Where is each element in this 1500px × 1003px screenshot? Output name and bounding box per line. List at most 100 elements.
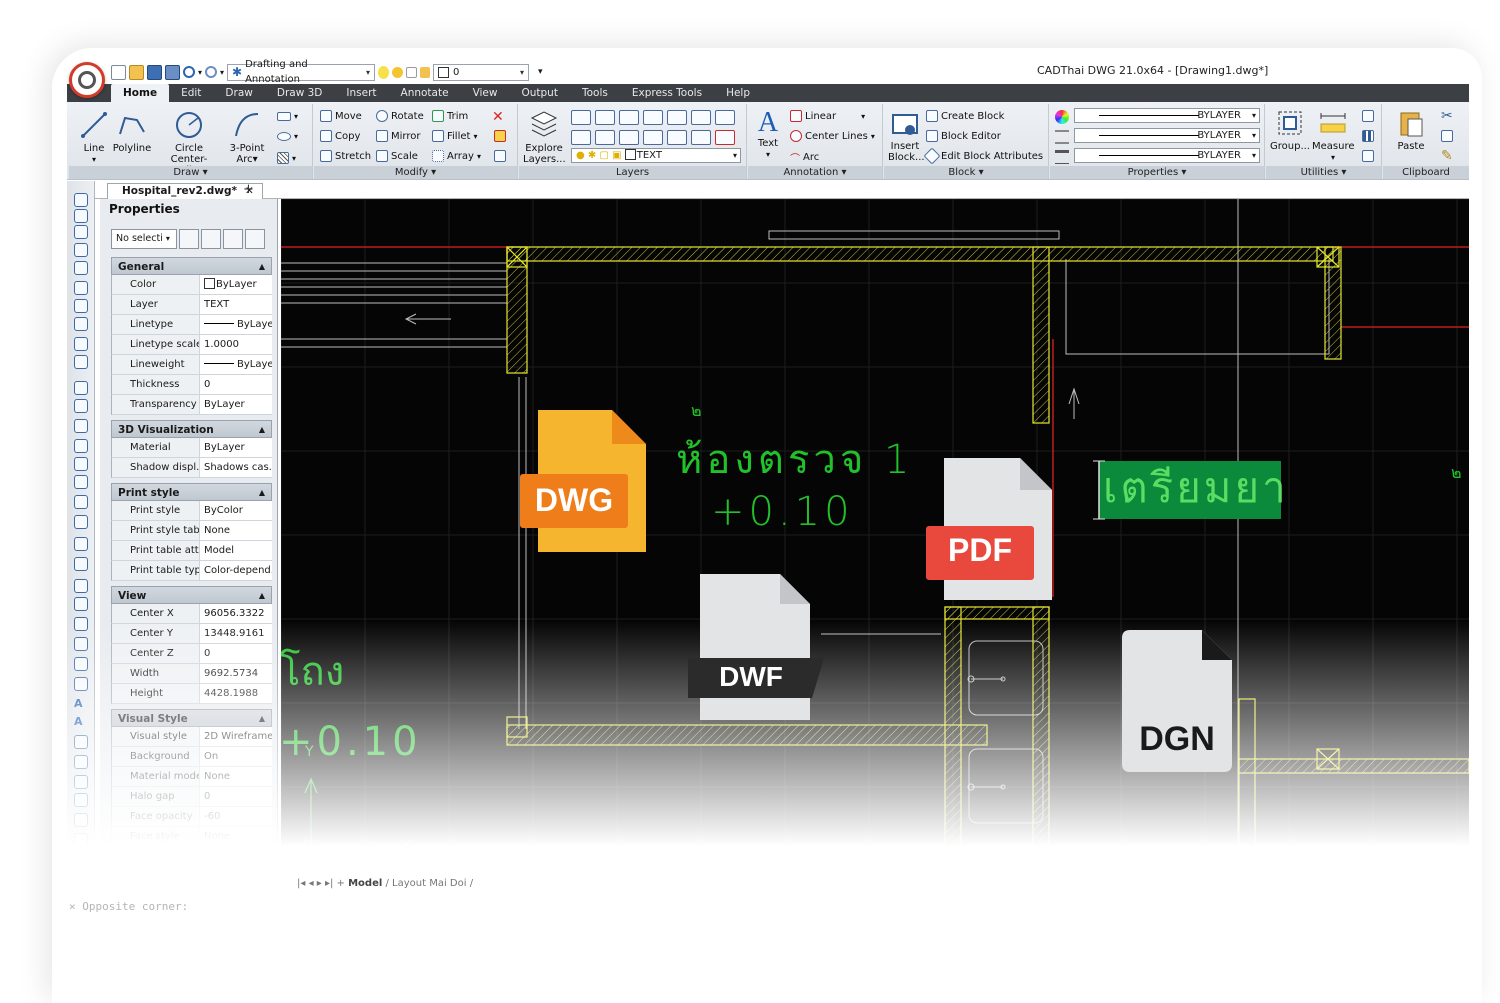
property-value[interactable]: ByLayer	[200, 438, 272, 457]
section-header[interactable]: Visual Style ▲	[111, 709, 272, 727]
left-tool-icon[interactable]	[74, 495, 88, 509]
collapse-caret-icon[interactable]: ▲	[259, 421, 265, 439]
property-value[interactable]: ByLayer	[200, 395, 272, 414]
layer-tool-icon[interactable]	[595, 110, 615, 125]
app-logo-icon[interactable]	[69, 62, 105, 98]
property-value[interactable]: Shadows cas...	[200, 458, 272, 477]
redo-dropdown-icon[interactable]: ▾	[220, 68, 224, 77]
left-tool-icon[interactable]	[74, 775, 88, 789]
tab-home[interactable]: Home	[111, 84, 170, 102]
arc-button[interactable]: 3-Point Arc▾	[227, 110, 267, 165]
section-header[interactable]: 3D Visualization ▲	[111, 420, 272, 438]
property-value[interactable]: 2D Wireframe	[200, 727, 272, 746]
property-value[interactable]: 96056.3322	[200, 604, 272, 623]
property-row[interactable]: Face style None	[111, 827, 272, 847]
collapse-caret-icon[interactable]: ▲	[259, 258, 265, 276]
property-row[interactable]: Halo gap 0	[111, 787, 272, 807]
property-row[interactable]: Material mode None	[111, 767, 272, 787]
left-tool-icon[interactable]	[74, 657, 88, 671]
current-layer-dropdown[interactable]: ● ✱ ▢ ▣ TEXT ▾	[571, 148, 741, 163]
left-tool-icon[interactable]	[74, 677, 88, 691]
freeze-icon[interactable]	[406, 66, 418, 78]
tab-view[interactable]: View	[461, 84, 510, 102]
left-tool-icon[interactable]	[74, 243, 88, 257]
left-tool-icon[interactable]	[74, 735, 88, 749]
paste-button[interactable]: Paste	[1391, 108, 1431, 152]
left-tool-icon[interactable]	[74, 475, 88, 489]
property-value[interactable]: ByLayer	[200, 315, 272, 334]
copy-button[interactable]: Copy	[320, 130, 360, 142]
layer-tool-icon[interactable]	[571, 110, 591, 125]
center-lines-button[interactable]: Center Lines ▾	[790, 130, 875, 142]
tab-annotate[interactable]: Annotate	[389, 84, 461, 102]
property-value[interactable]: ByColor	[200, 501, 272, 520]
property-value[interactable]: Model	[200, 541, 272, 560]
property-row[interactable]: Color ByLayer	[111, 275, 272, 295]
block-editor-button[interactable]: Block Editor	[926, 130, 1001, 142]
property-value[interactable]: 0	[200, 644, 272, 663]
section-header[interactable]: View ▲	[111, 586, 272, 604]
tab-draw-3d[interactable]: Draw 3D	[265, 84, 335, 102]
layer-tool-icon[interactable]	[643, 130, 663, 145]
left-tool-icon[interactable]	[74, 515, 88, 529]
property-row[interactable]: Height 4428.1988	[111, 684, 272, 704]
tab-tools[interactable]: Tools	[570, 84, 620, 102]
property-value[interactable]: None	[200, 767, 272, 786]
left-tool-icon[interactable]	[74, 579, 88, 593]
customize-qat-icon[interactable]: ▾	[538, 67, 543, 77]
layer-tool-icon[interactable]	[715, 110, 735, 125]
property-row[interactable]: Print style ByColor	[111, 501, 272, 521]
tab-insert[interactable]: Insert	[334, 84, 388, 102]
property-value[interactable]: None	[200, 827, 272, 846]
redo-icon[interactable]	[205, 66, 218, 78]
save-icon[interactable]	[147, 64, 162, 80]
left-tool-icon[interactable]	[74, 557, 88, 571]
filter-icon[interactable]	[245, 229, 265, 249]
model-tab[interactable]: Model	[348, 878, 382, 889]
property-row[interactable]: Center Y 13448.9161	[111, 624, 272, 644]
left-tool-icon[interactable]	[74, 399, 88, 413]
property-value[interactable]: 13448.9161	[200, 624, 272, 643]
property-row[interactable]: Center Z0	[111, 644, 272, 664]
property-value[interactable]: TEXT	[200, 295, 272, 314]
property-row[interactable]: Linetype scale 1.0000	[111, 335, 272, 355]
property-row[interactable]: Print style tableNone	[111, 521, 272, 541]
tab-output[interactable]: Output	[509, 84, 569, 102]
property-row[interactable]: Face opacity -60	[111, 807, 272, 827]
left-tool-icon[interactable]	[74, 637, 88, 651]
tab-help[interactable]: Help	[714, 84, 762, 102]
tab-express-tools[interactable]: Express Tools	[620, 84, 714, 102]
property-row[interactable]: Transparency ByLayer	[111, 395, 272, 415]
left-tool-icon[interactable]	[74, 813, 88, 827]
drawing-canvas[interactable]: ๒ ห้องตรวจ 1 +0.10 เตรียมยา ๒ โถง +0.10 …	[281, 199, 1469, 901]
command-line[interactable]: × Opposite corner:	[69, 900, 188, 913]
left-tool-icon[interactable]	[74, 457, 88, 471]
tab-draw[interactable]: Draw	[213, 84, 264, 102]
property-row[interactable]: Width 9692.5734	[111, 664, 272, 684]
explode-button[interactable]	[494, 130, 506, 142]
mirror-button[interactable]: Mirror	[376, 130, 420, 142]
layout-tab[interactable]: Layout Mai Doi	[392, 878, 466, 889]
layer-tool-icon[interactable]	[619, 130, 639, 145]
left-tool-icon[interactable]	[74, 537, 88, 551]
rectangle-button[interactable]: ▾	[277, 112, 298, 121]
left-tool-icon[interactable]	[74, 337, 88, 351]
property-dropdown[interactable]: BYLAYER ▾	[1074, 128, 1260, 143]
property-value[interactable]: ByLayer	[200, 275, 272, 294]
left-tool-icon[interactable]	[74, 617, 88, 631]
scale-button[interactable]: Scale	[376, 150, 418, 162]
property-value[interactable]: On	[200, 747, 272, 766]
layer-tool-icon[interactable]	[619, 110, 639, 125]
edit-block-attributes-button[interactable]: Edit Block Attributes	[923, 147, 1043, 165]
linetype-icon[interactable]	[1055, 130, 1069, 144]
property-row[interactable]: Print table typeColor-depend...	[111, 561, 272, 581]
new-tab-button[interactable]: +	[243, 182, 254, 197]
collapse-caret-icon[interactable]: ▲	[259, 484, 265, 502]
property-value[interactable]: Isolines	[200, 867, 272, 886]
property-row[interactable]: Background On	[111, 747, 272, 767]
array-button[interactable]: Array ▾	[432, 150, 481, 162]
left-tool-icon[interactable]: A	[74, 715, 88, 729]
property-value[interactable]: 0	[200, 375, 272, 394]
tab-edit[interactable]: Edit	[169, 84, 213, 102]
property-row[interactable]: Layer TEXT	[111, 295, 272, 315]
